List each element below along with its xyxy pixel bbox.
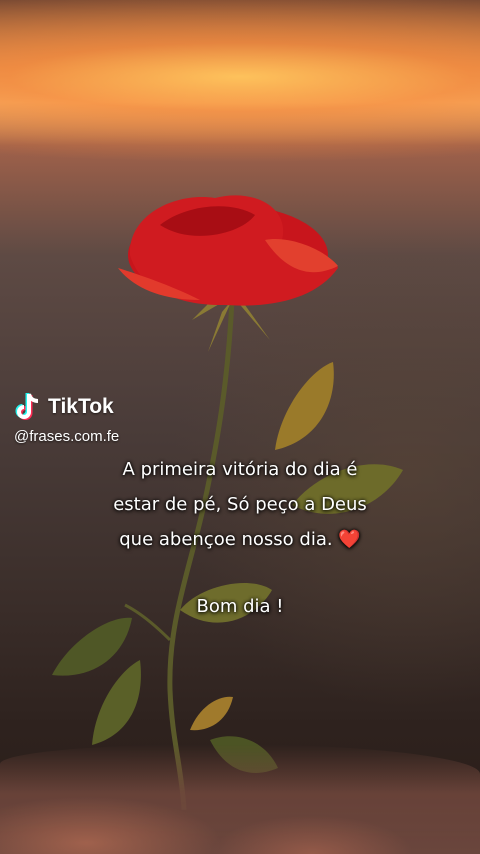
tiktok-watermark: TikTok @frases.com.fe	[14, 392, 119, 445]
rocky-ground	[0, 744, 480, 854]
creator-handle: @frases.com.fe	[14, 428, 120, 445]
heart-emoji-icon: ❤️	[338, 529, 361, 550]
rose-leaf	[275, 362, 334, 450]
caption-line: que abençoe nosso dia. ❤️	[0, 522, 480, 557]
caption-line: estar de pé, Só peço a Deus	[113, 494, 367, 515]
caption-text: A primeira vitória do dia é estar de pé,…	[0, 452, 480, 557]
rose-leaf	[92, 660, 141, 745]
caption-line: A primeira vitória do dia é	[122, 459, 358, 480]
caption-line-text: que abençoe nosso dia.	[119, 529, 333, 550]
tiktok-brand-label: TikTok	[48, 395, 114, 418]
greeting-text: Bom dia !	[196, 596, 284, 617]
rose-leaf	[52, 617, 132, 676]
tiktok-logo-icon	[14, 392, 42, 422]
rose-leaf	[190, 696, 233, 731]
video-frame: TikTok @frases.com.fe A primeira vitória…	[0, 0, 480, 854]
